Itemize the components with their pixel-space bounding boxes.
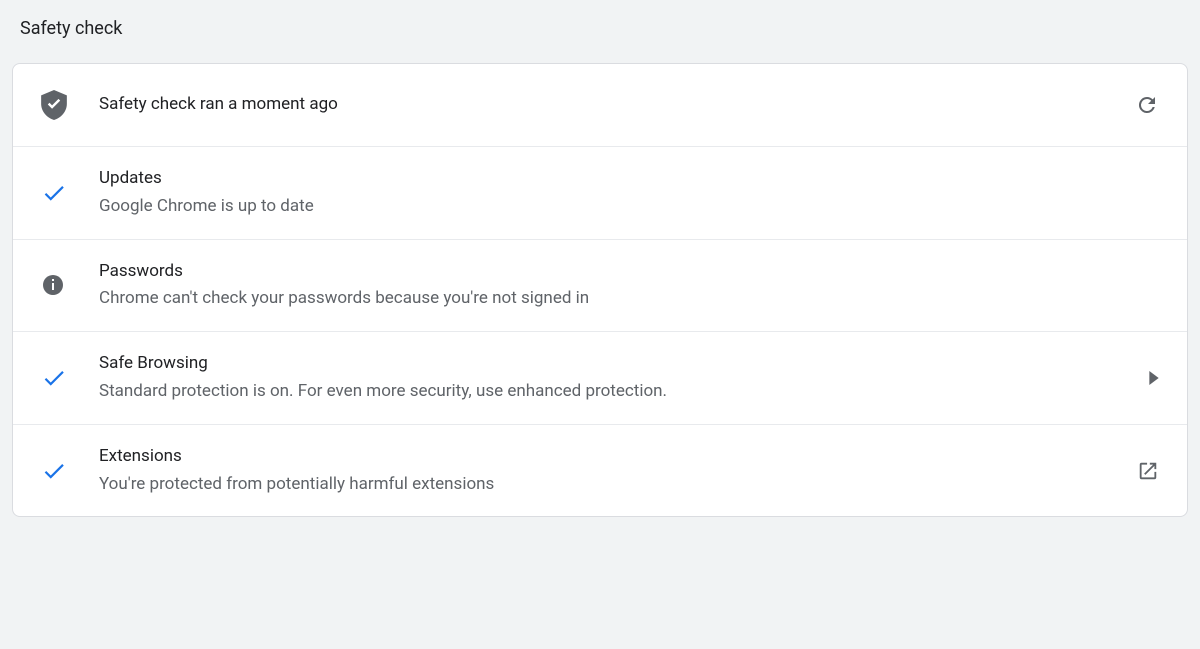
updates-subtitle: Google Chrome is up to date xyxy=(99,195,1119,219)
safety-check-card: Safety check ran a moment ago Updates Go… xyxy=(12,63,1188,517)
extensions-title: Extensions xyxy=(99,445,1119,469)
passwords-subtitle: Chrome can't check your passwords becaus… xyxy=(99,287,1119,311)
extensions-subtitle: You're protected from potentially harmfu… xyxy=(99,473,1119,497)
updates-row: Updates Google Chrome is up to date xyxy=(13,147,1187,240)
check-icon xyxy=(41,180,73,206)
safe-browsing-title: Safe Browsing xyxy=(99,352,1119,376)
safety-check-status: Safety check ran a moment ago xyxy=(99,93,1119,117)
safe-browsing-row[interactable]: Safe Browsing Standard protection is on.… xyxy=(13,332,1187,425)
refresh-icon[interactable] xyxy=(1135,93,1159,117)
open-in-new-icon[interactable] xyxy=(1137,460,1159,482)
chevron-right-icon xyxy=(1149,371,1159,385)
extensions-row[interactable]: Extensions You're protected from potenti… xyxy=(13,425,1187,517)
info-icon xyxy=(41,273,73,297)
passwords-row: Passwords Chrome can't check your passwo… xyxy=(13,240,1187,333)
safety-check-header-row: Safety check ran a moment ago xyxy=(13,64,1187,147)
safe-browsing-subtitle: Standard protection is on. For even more… xyxy=(99,380,1119,404)
shield-check-icon xyxy=(41,90,73,120)
check-icon xyxy=(41,365,73,391)
check-icon xyxy=(41,458,73,484)
updates-title: Updates xyxy=(99,167,1119,191)
passwords-title: Passwords xyxy=(99,260,1119,284)
section-title: Safety check xyxy=(12,18,1188,39)
